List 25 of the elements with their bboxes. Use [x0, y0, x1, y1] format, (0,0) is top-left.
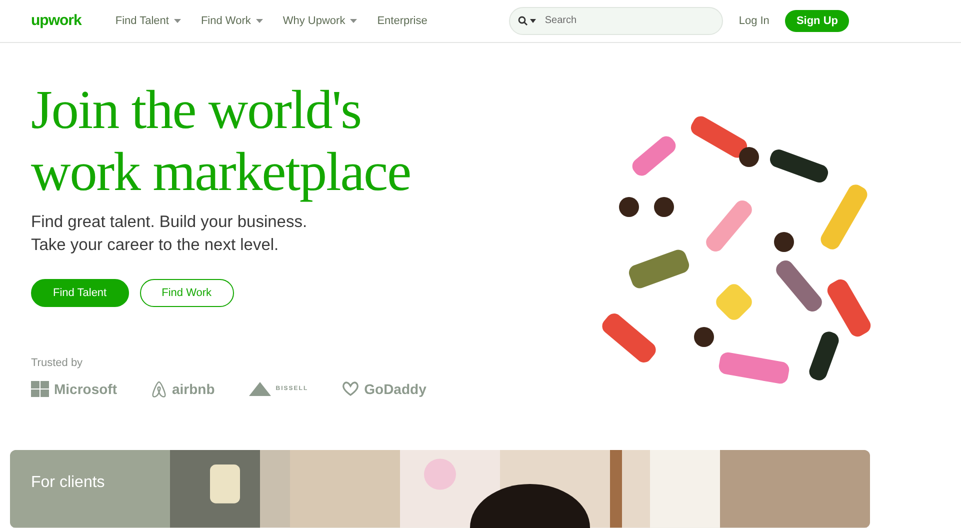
caret-icon: [174, 18, 181, 23]
triangle-icon: [248, 382, 271, 396]
heart-icon: [342, 381, 360, 398]
hero-title: Join the world's work marketplace: [31, 78, 411, 203]
windows-icon: [31, 381, 49, 398]
nav-link[interactable]: Enterprise: [377, 14, 428, 27]
brand-name: airbnb: [172, 381, 215, 398]
nav-link[interactable]: Find Talent: [115, 14, 181, 27]
trusted-label: Trusted by: [31, 356, 84, 369]
hero-subtitle: Find great talent. Build your business. Take your career to the next level.: [31, 212, 308, 256]
loop-icon: [151, 380, 167, 398]
search-icon: [518, 16, 536, 26]
logo[interactable]: upwork: [31, 12, 82, 30]
search-field[interactable]: Search: [508, 6, 723, 35]
nav-link[interactable]: Why Upwork: [282, 14, 358, 27]
nav-link[interactable]: Find Work: [200, 14, 263, 27]
find-talent-button[interactable]: Find Talent: [31, 278, 129, 307]
signup-button[interactable]: Sign Up: [785, 10, 849, 32]
brand-name: GoDaddy: [364, 381, 426, 398]
card-title: For clients: [31, 474, 105, 492]
brand-name: Microsoft: [54, 381, 117, 398]
find-work-button[interactable]: Find Work: [140, 278, 234, 307]
caret-icon: [350, 18, 358, 23]
caret-icon: [256, 18, 263, 23]
login-link[interactable]: Log In: [738, 14, 770, 27]
